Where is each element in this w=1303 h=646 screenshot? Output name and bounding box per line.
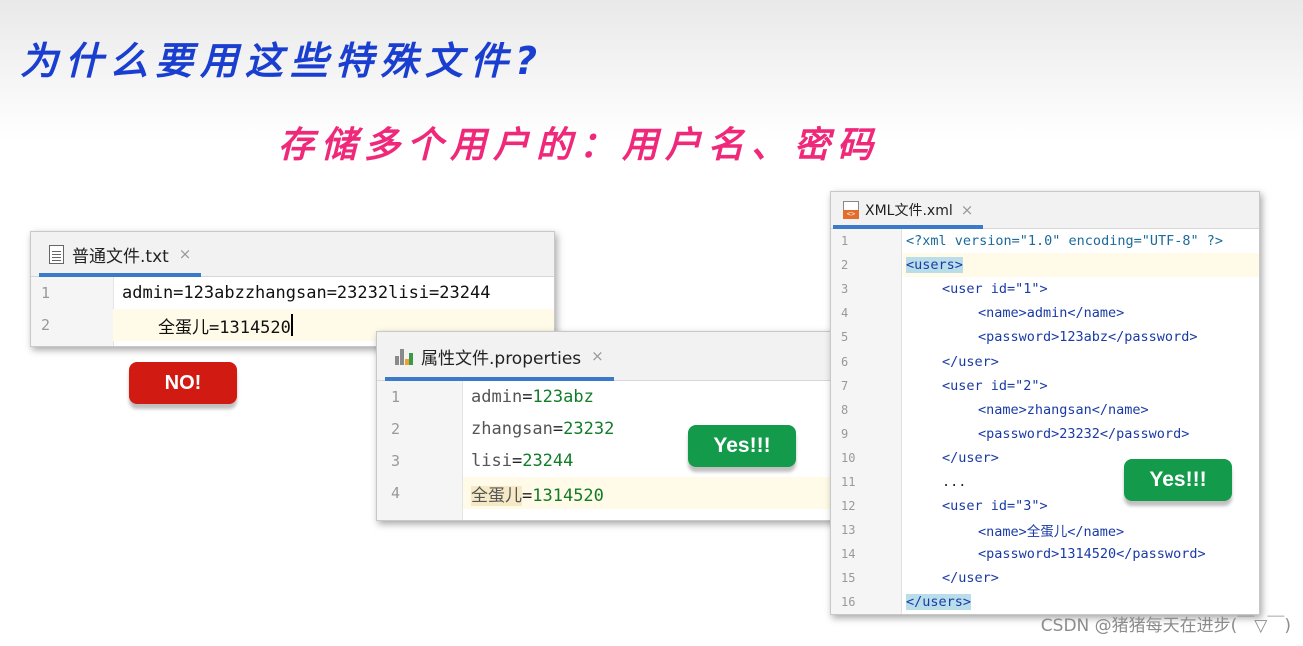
line-number: 10 bbox=[841, 450, 856, 465]
prop-equals: = bbox=[522, 387, 533, 407]
code-line: 5 <password>123abz</password> bbox=[831, 325, 1259, 349]
line-text: 全蛋儿=1314520 bbox=[158, 317, 291, 338]
close-icon[interactable]: × bbox=[591, 347, 604, 365]
code-line: 4 全蛋儿=1314520 bbox=[377, 477, 847, 509]
code-line: 9 <password>23232</password> bbox=[831, 422, 1259, 446]
line-number: 16 bbox=[841, 595, 856, 610]
line-number: 8 bbox=[841, 402, 849, 417]
line-number: 11 bbox=[841, 474, 856, 489]
line-text: 全蛋儿=1314520 bbox=[471, 481, 604, 506]
watermark: CSDN @猪猪每天在进步(￣▽￣) bbox=[1040, 616, 1291, 636]
prop-key: lisi bbox=[471, 451, 512, 471]
txt-tab-bar: 普通文件.txt × bbox=[31, 232, 554, 277]
line-text: admin=123abz bbox=[471, 387, 594, 407]
xml-file-icon bbox=[843, 201, 859, 219]
prop-key: zhangsan bbox=[471, 419, 553, 439]
tab-txt-file[interactable]: 普通文件.txt × bbox=[39, 232, 202, 277]
tab-label: 普通文件.txt bbox=[72, 246, 169, 267]
line-text: <?xml version="1.0" encoding="UTF-8" ?> bbox=[906, 233, 1223, 250]
line-text: </user> bbox=[942, 570, 999, 587]
line-number: 14 bbox=[841, 547, 856, 562]
code-line: 6 </user> bbox=[831, 349, 1259, 373]
line-number: 1 bbox=[391, 388, 401, 406]
line-number: 13 bbox=[841, 523, 856, 538]
line-number: 5 bbox=[841, 330, 849, 345]
properties-file-icon bbox=[395, 346, 413, 366]
tab-label: XML文件.xml bbox=[865, 203, 953, 219]
code-line: 1 admin=123abzzhangsan=23232lisi=23244 bbox=[31, 277, 554, 309]
line-text: </users> bbox=[906, 594, 972, 611]
txt-editor-window: 普通文件.txt × 1 admin=123abzzhangsan=23232l… bbox=[30, 231, 555, 347]
line-text: <user id="2"> bbox=[942, 377, 1048, 394]
line-text: admin=123abzzhangsan=23232lisi=23244 bbox=[122, 283, 491, 303]
line-number: 2 bbox=[391, 420, 401, 438]
line-number: 3 bbox=[841, 282, 849, 297]
tab-xml-file[interactable]: XML文件.xml × bbox=[833, 192, 984, 229]
line-number: 2 bbox=[841, 258, 849, 273]
xml-tab-bar: XML文件.xml × bbox=[831, 192, 1259, 229]
text-cursor bbox=[290, 314, 293, 336]
code-line: 15 </user> bbox=[831, 566, 1259, 590]
prop-key: 全蛋儿 bbox=[471, 485, 522, 506]
line-text: ... bbox=[942, 473, 967, 490]
line-number: 7 bbox=[841, 378, 849, 393]
line-number: 4 bbox=[841, 306, 849, 321]
prop-value: 23232 bbox=[563, 419, 615, 439]
line-text: <name>zhangsan</name> bbox=[978, 401, 1149, 418]
line-text: <password>1314520</password> bbox=[978, 546, 1206, 563]
yes-badge-properties: Yes!!! bbox=[688, 425, 796, 467]
code-line: 1 admin=123abz bbox=[377, 381, 847, 413]
line-number: 9 bbox=[841, 426, 849, 441]
prop-value: 1314520 bbox=[532, 485, 604, 506]
line-text: <password>23232</password> bbox=[978, 425, 1190, 442]
xml-code-area[interactable]: 1 <?xml version="1.0" encoding="UTF-8" ?>… bbox=[831, 229, 1259, 614]
tab-properties-file[interactable]: 属性文件.properties × bbox=[385, 332, 614, 381]
line-number: 2 bbox=[41, 316, 51, 334]
line-text: </user> bbox=[942, 449, 999, 466]
prop-value: 23244 bbox=[522, 451, 574, 471]
line-text-wrap: 全蛋儿=1314520 bbox=[158, 313, 293, 338]
line-text: zhangsan=23232 bbox=[471, 419, 614, 439]
code-line: 4 <name>admin</name> bbox=[831, 301, 1259, 325]
line-text: </user> bbox=[942, 353, 999, 370]
line-number: 6 bbox=[841, 354, 849, 369]
prop-value: 123abz bbox=[532, 387, 594, 407]
line-number: 3 bbox=[391, 452, 401, 470]
text-file-icon bbox=[49, 244, 64, 264]
line-text: lisi=23244 bbox=[471, 451, 573, 471]
code-line: 14 <password>1314520</password> bbox=[831, 542, 1259, 566]
close-icon[interactable]: × bbox=[961, 201, 974, 219]
line-text: <user id="3"> bbox=[942, 498, 1048, 515]
line-number: 12 bbox=[841, 499, 856, 514]
prop-equals: = bbox=[552, 419, 564, 439]
line-number: 4 bbox=[391, 484, 401, 502]
close-icon[interactable]: × bbox=[179, 245, 192, 263]
prop-equals: = bbox=[511, 451, 523, 471]
line-text: <password>123abz</password> bbox=[978, 329, 1198, 346]
line-text: <users> bbox=[906, 257, 963, 274]
prop-equals: = bbox=[522, 485, 533, 506]
prop-key: admin bbox=[471, 387, 523, 407]
code-line: 7 <user id="2"> bbox=[831, 374, 1259, 398]
line-text: <name>全蛋儿</name> bbox=[978, 524, 1125, 541]
no-badge: NO! bbox=[129, 362, 237, 404]
yes-badge-xml: Yes!!! bbox=[1124, 459, 1232, 501]
line-number: 15 bbox=[841, 571, 856, 586]
props-tab-bar: 属性文件.properties × bbox=[377, 332, 847, 381]
line-text: <name>admin</name> bbox=[978, 305, 1125, 322]
line-number: 1 bbox=[841, 234, 849, 249]
line-number: 1 bbox=[41, 284, 51, 302]
code-line: 3 <user id="1"> bbox=[831, 277, 1259, 301]
code-line: 2 <users> bbox=[831, 253, 1259, 278]
code-line: 1 <?xml version="1.0" encoding="UTF-8" ?> bbox=[831, 229, 1259, 253]
code-line: 8 <name>zhangsan</name> bbox=[831, 398, 1259, 422]
tab-label: 属性文件.properties bbox=[421, 348, 582, 369]
line-text: <user id="1"> bbox=[942, 281, 1048, 298]
code-line: 13 <name>全蛋儿</name> bbox=[831, 518, 1259, 542]
xml-editor-window: XML文件.xml × 1 <?xml version="1.0" encodin… bbox=[830, 191, 1260, 615]
xml-lines: 1 <?xml version="1.0" encoding="UTF-8" ?>… bbox=[831, 229, 1259, 614]
slide-subtitle: 存储多个用户的：用户名、密码 bbox=[278, 125, 881, 166]
slide-title: 为什么要用这些特殊文件? bbox=[20, 39, 545, 83]
